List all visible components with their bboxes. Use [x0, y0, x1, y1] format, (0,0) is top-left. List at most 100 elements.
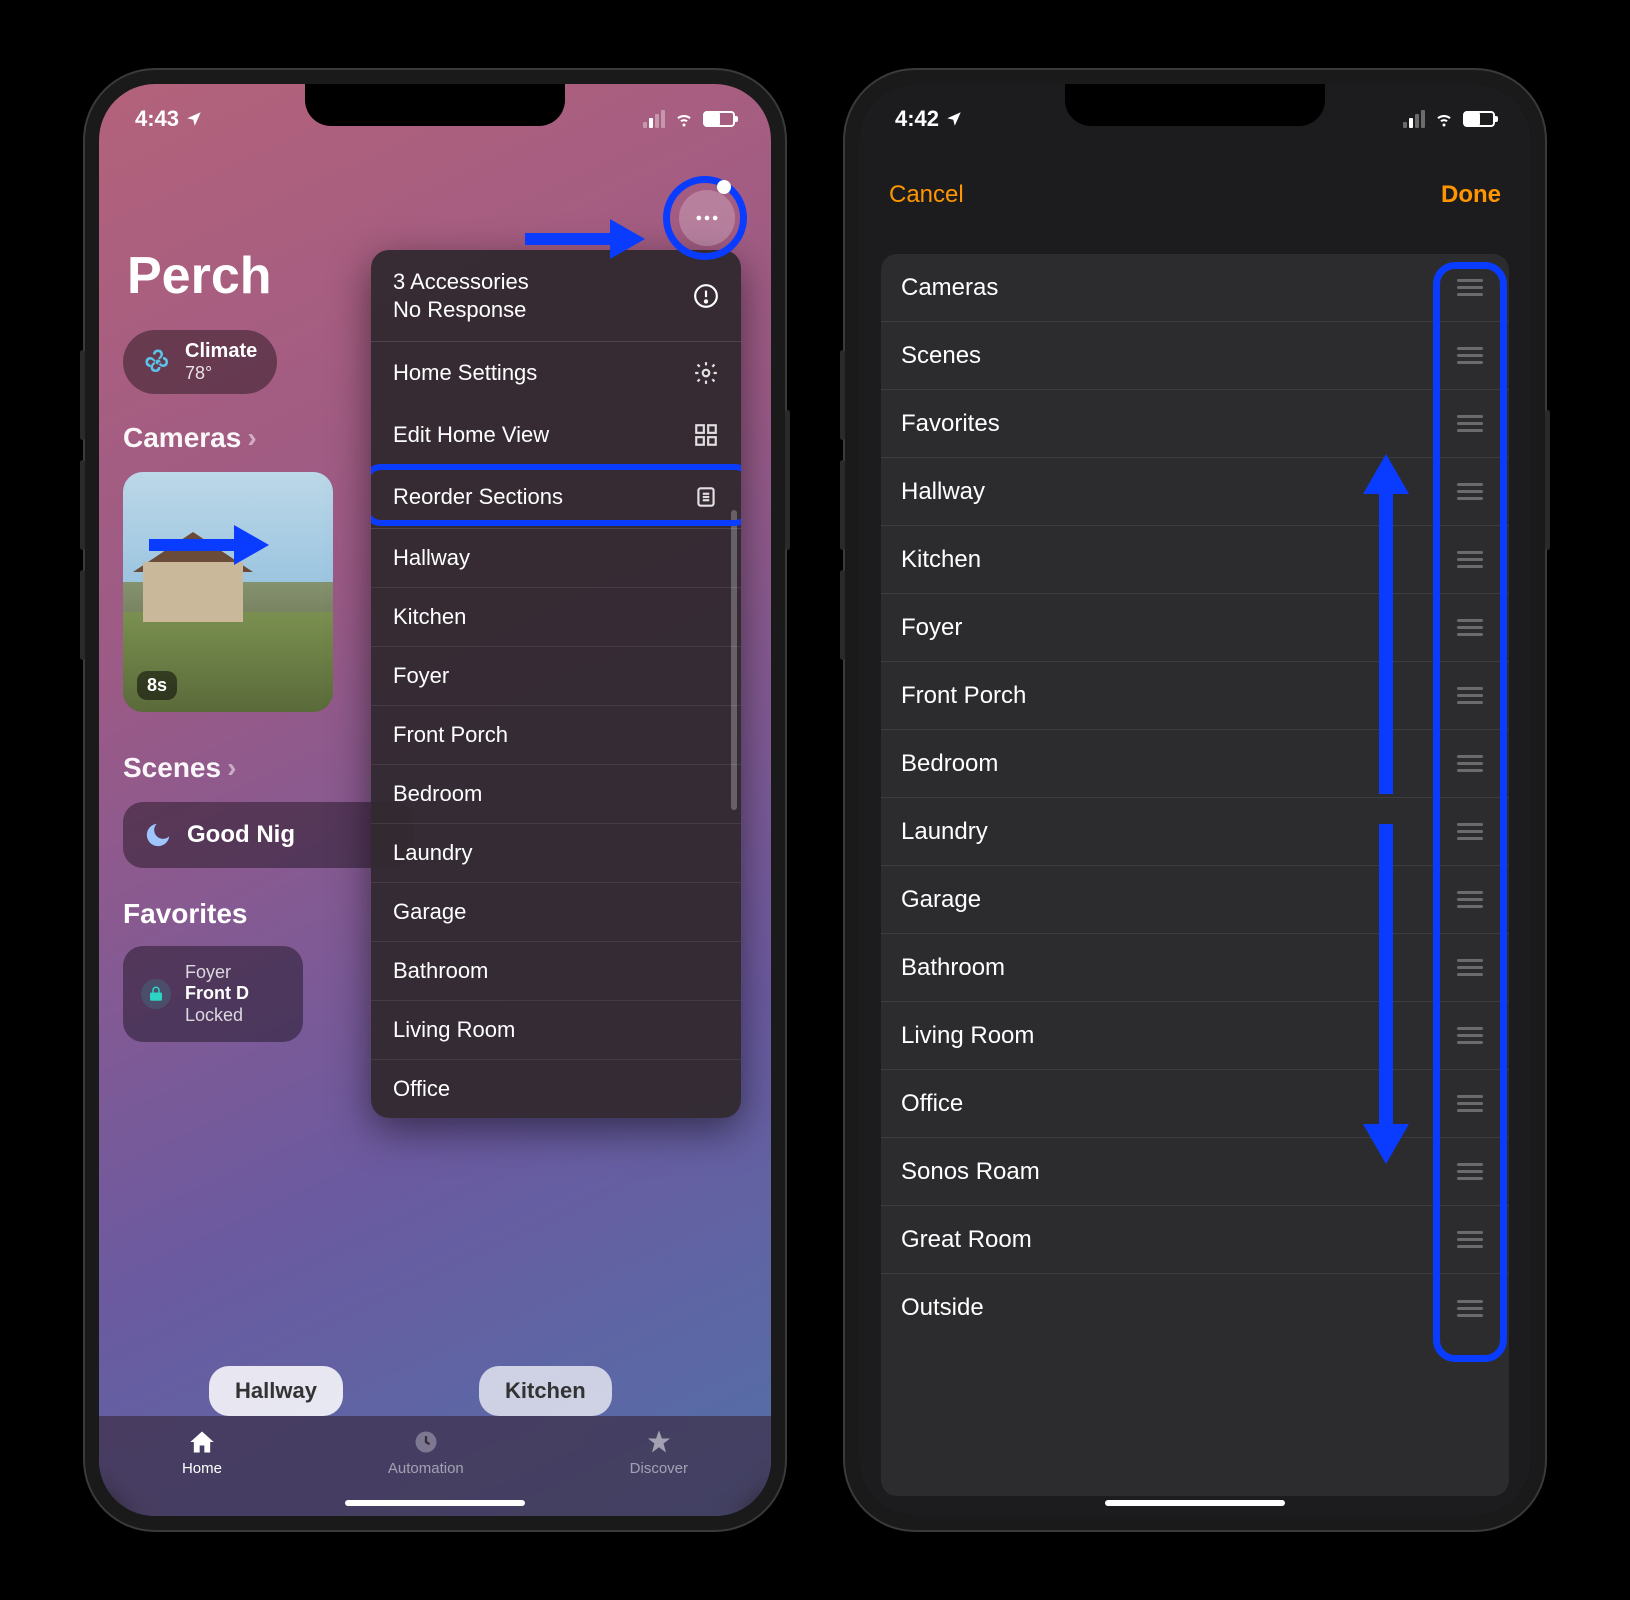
reorder-row[interactable]: Office [881, 1070, 1509, 1138]
reorder-row[interactable]: Kitchen [881, 526, 1509, 594]
room-pill-hallway[interactable]: Hallway [209, 1366, 343, 1416]
reorder-row[interactable]: Scenes [881, 322, 1509, 390]
reorder-row[interactable]: Garage [881, 866, 1509, 934]
battery-icon [1463, 111, 1495, 127]
moon-icon [143, 820, 173, 850]
climate-label: Climate [185, 340, 257, 363]
reorder-row[interactable]: Living Room [881, 1002, 1509, 1070]
menu-room-item[interactable]: Kitchen [371, 587, 741, 646]
cellular-icon [643, 110, 665, 128]
annotation-arrow-reorder [149, 520, 269, 575]
menu-home-settings[interactable]: Home Settings [371, 342, 741, 404]
tab-home[interactable]: Home [182, 1428, 222, 1477]
status-time: 4:42 [895, 106, 939, 132]
location-icon [185, 110, 203, 128]
cancel-button[interactable]: Cancel [889, 181, 964, 209]
reorder-list: Cameras ScenesFavorites Hallway Kitchen Foye… [881, 254, 1509, 1496]
reorder-row-label: Laundry [901, 818, 988, 846]
chevron-right-icon: › [227, 752, 236, 784]
notch [305, 84, 565, 126]
status-time: 4:43 [135, 106, 179, 132]
home-indicator[interactable] [1105, 1500, 1285, 1506]
tab-discover[interactable]: Discover [630, 1428, 688, 1477]
reorder-row[interactable]: Outside [881, 1274, 1509, 1342]
drag-handle-icon[interactable] [1451, 1225, 1489, 1254]
battery-icon [703, 111, 735, 127]
reorder-row[interactable]: Hallway [881, 458, 1509, 526]
menu-room-item[interactable]: Bathroom [371, 941, 741, 1000]
drag-handle-icon[interactable] [1451, 273, 1489, 302]
drag-handle-icon[interactable] [1451, 953, 1489, 982]
more-button[interactable] [679, 190, 735, 246]
wifi-icon [673, 110, 695, 128]
climate-pill[interactable]: Climate 78° [123, 330, 277, 394]
drag-handle-icon[interactable] [1451, 613, 1489, 642]
menu-room-item[interactable]: Garage [371, 882, 741, 941]
favorite-tile[interactable]: Foyer Front D Locked [123, 946, 303, 1043]
menu-reorder-sections[interactable]: Reorder Sections [371, 466, 741, 528]
lock-icon [141, 979, 171, 1009]
reorder-row-label: Bedroom [901, 750, 998, 778]
reorder-row-label: Kitchen [901, 546, 981, 574]
menu-room-item[interactable]: Laundry [371, 823, 741, 882]
reorder-row[interactable]: Laundry [881, 798, 1509, 866]
annotation-arrow-top [525, 214, 645, 269]
reorder-row[interactable]: Favorites [881, 390, 1509, 458]
camera-tile[interactable]: 8s [123, 472, 333, 712]
reorder-row-label: Front Porch [901, 682, 1026, 710]
scene-tile[interactable]: Good Nig [123, 802, 413, 868]
drag-handle-icon[interactable] [1451, 409, 1489, 438]
drag-handle-icon[interactable] [1451, 885, 1489, 914]
menu-room-item[interactable]: Front Porch [371, 705, 741, 764]
fav-line3: Locked [185, 1005, 249, 1027]
menu-room-item[interactable]: Hallway [371, 529, 741, 587]
reorder-row[interactable]: Front Porch [881, 662, 1509, 730]
nav-bar: Cancel Done [859, 160, 1531, 230]
tab-automation[interactable]: Automation [388, 1428, 464, 1477]
reorder-row-label: Great Room [901, 1226, 1032, 1254]
reorder-row[interactable]: Sonos Roam [881, 1138, 1509, 1206]
menu-room-item[interactable]: Bedroom [371, 764, 741, 823]
chevron-right-icon: › [247, 422, 256, 454]
reorder-row[interactable]: Bedroom [881, 730, 1509, 798]
drag-handle-icon[interactable] [1451, 1294, 1489, 1323]
drag-handle-icon[interactable] [1451, 1089, 1489, 1118]
wifi-icon [1433, 110, 1455, 128]
drag-handle-icon[interactable] [1451, 749, 1489, 778]
fan-icon [143, 347, 173, 377]
drag-handle-icon[interactable] [1451, 681, 1489, 710]
home-indicator[interactable] [345, 1500, 525, 1506]
ellipsis-icon [693, 204, 721, 232]
annotation-arrow-up [1361, 454, 1411, 799]
reorder-row-label: Cameras [901, 274, 998, 302]
done-button[interactable]: Done [1441, 181, 1501, 209]
fav-line1: Foyer [185, 962, 249, 984]
menu-room-item[interactable]: Foyer [371, 646, 741, 705]
house-icon [187, 1428, 217, 1456]
annotation-dot [717, 180, 731, 194]
reorder-row[interactable]: Bathroom [881, 934, 1509, 1002]
menu-edit-home-view[interactable]: Edit Home View [371, 404, 741, 466]
phone-left: 4:43 Perch Climate 78° Cameras › [85, 70, 785, 1530]
reorder-row-label: Garage [901, 886, 981, 914]
reorder-row-label: Hallway [901, 478, 985, 506]
drag-handle-icon[interactable] [1451, 1157, 1489, 1186]
room-pill-kitchen[interactable]: Kitchen [479, 1366, 612, 1416]
reorder-row[interactable]: Cameras [881, 254, 1509, 322]
camera-timestamp: 8s [137, 671, 177, 700]
gear-icon [693, 360, 719, 386]
drag-handle-icon[interactable] [1451, 545, 1489, 574]
warning-icon [693, 283, 719, 309]
drag-handle-icon[interactable] [1451, 341, 1489, 370]
drag-handle-icon[interactable] [1451, 477, 1489, 506]
drag-handle-icon[interactable] [1451, 1021, 1489, 1050]
drag-handle-icon[interactable] [1451, 817, 1489, 846]
menu-room-item[interactable]: Office [371, 1059, 741, 1118]
scrollbar[interactable] [731, 330, 737, 1106]
menu-room-item[interactable]: Living Room [371, 1000, 741, 1059]
clock-icon [411, 1428, 441, 1456]
reorder-row-label: Living Room [901, 1022, 1034, 1050]
reorder-row[interactable]: Great Room [881, 1206, 1509, 1274]
climate-temp: 78° [185, 363, 257, 384]
reorder-row[interactable]: Foyer [881, 594, 1509, 662]
